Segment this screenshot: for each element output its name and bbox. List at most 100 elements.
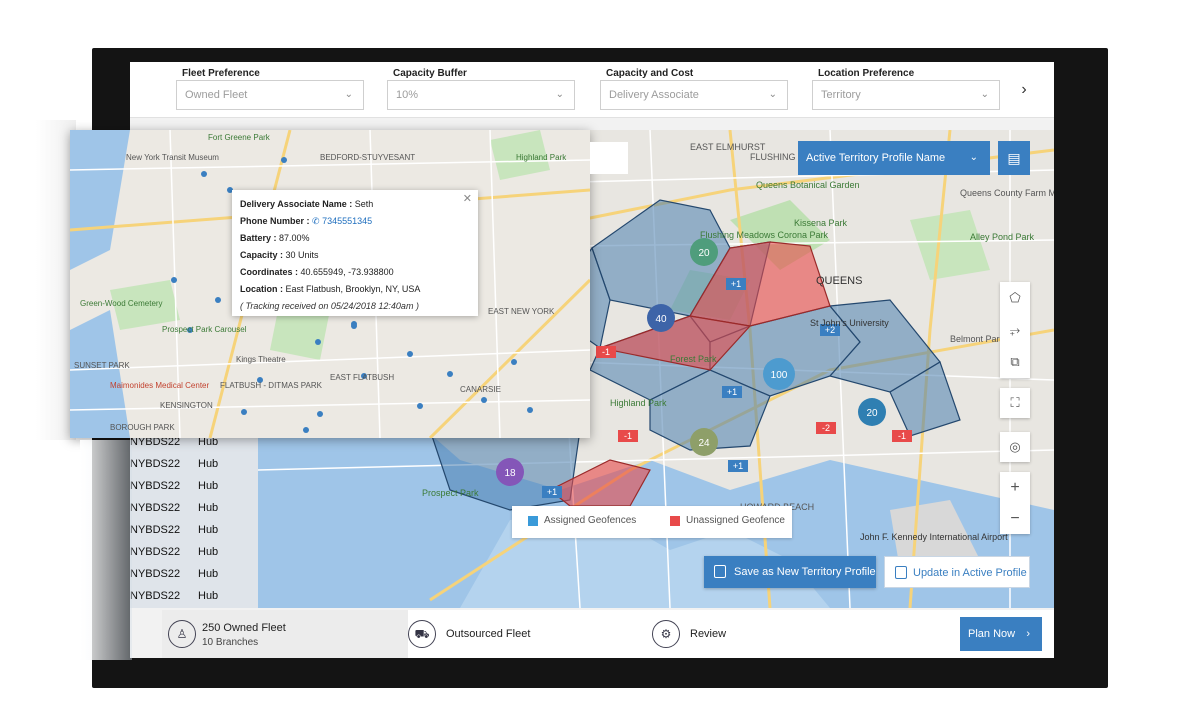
- polygon-tool-icon[interactable]: ⬠: [1000, 282, 1030, 314]
- list-item[interactable]: NYBDS22 Hub: [130, 476, 258, 498]
- popup-name-row: Delivery Associate Name : Seth: [240, 196, 470, 213]
- list-item[interactable]: NYBDS22 Hub: [130, 586, 258, 608]
- popup-location-row: Location : East Flatbush, Brooklyn, NY, …: [240, 281, 470, 298]
- phone-label: Phone Number :: [240, 216, 310, 226]
- badge-label: +1: [733, 461, 743, 471]
- assigned-legend-label: Assigned Geofences: [544, 515, 637, 526]
- hub-type: Hub: [198, 590, 219, 602]
- map-icon: ▤: [1007, 150, 1021, 166]
- plan-now-button[interactable]: Plan Now ›: [960, 617, 1042, 651]
- hub-type: Hub: [198, 546, 219, 558]
- hub-code: NYBDS22: [130, 524, 181, 536]
- split-tool-icon[interactable]: ⥅: [1000, 314, 1030, 346]
- hub-list: NYBDS22 Hub NYBDS22 Hub NYBDS22 Hub NYBD…: [130, 432, 258, 608]
- chevron-down-icon: ⌄: [768, 89, 777, 100]
- hub-type: Hub: [198, 568, 219, 580]
- fleet-preference-filter[interactable]: Fleet Preference Owned Fleet ⌄: [176, 68, 364, 110]
- capacity-value: 30 Units: [285, 250, 319, 260]
- badge-label: +1: [731, 279, 741, 289]
- step-owned-fleet[interactable]: ♙ 250 Owned Fleet 10 Branches: [162, 610, 408, 658]
- map-label: New York Transit Museum: [126, 153, 219, 162]
- filter-bar: Fleet Preference Owned Fleet ⌄ Capacity …: [130, 62, 1054, 118]
- geofence-legend: Assigned Geofences Unassigned Geofence: [512, 506, 792, 538]
- cluster-label: 40: [655, 314, 667, 325]
- park-area: [910, 210, 990, 280]
- cluster-label: 20: [866, 408, 878, 419]
- chevron-right-icon: ›: [1026, 628, 1030, 640]
- plan-now-label: Plan Now: [968, 628, 1016, 640]
- list-item[interactable]: NYBDS22 Hub: [130, 520, 258, 542]
- step-title: 250 Owned Fleet: [202, 622, 286, 634]
- phone-icon: ✆: [312, 216, 320, 226]
- chevron-right-icon[interactable]: ›: [1014, 80, 1034, 100]
- map-label: BEDFORD-STUYVESANT: [320, 153, 415, 162]
- map-view-button[interactable]: ▤: [998, 141, 1030, 175]
- name-value: Seth: [354, 199, 374, 209]
- capacity-cost-filter[interactable]: Capacity and Cost Delivery Associate ⌄: [600, 68, 788, 110]
- fleet-preference-select[interactable]: Owned Fleet ⌄: [176, 80, 364, 110]
- popup-coordinates-row: Coordinates : 40.655949, -73.938800: [240, 264, 470, 281]
- hub-code: NYBDS22: [130, 502, 181, 514]
- map-label: Maimonides Medical Center: [110, 381, 209, 390]
- battery-value: 87.00%: [279, 233, 310, 243]
- capacity-buffer-filter[interactable]: Capacity Buffer 10% ⌄: [387, 68, 575, 110]
- map-label: Green-Wood Cemetery: [80, 299, 163, 308]
- list-item[interactable]: NYBDS22 Hub: [130, 564, 258, 586]
- map-label: St John's University: [810, 318, 889, 328]
- step-bar: ♙ 250 Owned Fleet 10 Branches ⛟ Outsourc…: [162, 610, 1054, 658]
- list-item[interactable]: NYBDS22 Hub: [130, 498, 258, 520]
- zoom-in-icon[interactable]: +: [1000, 472, 1030, 503]
- map-label: Queens Botanical Garden: [756, 180, 860, 190]
- capacity-label: Capacity :: [240, 250, 284, 260]
- update-label: Update in Active Profile: [913, 567, 1027, 579]
- map-label: Belmont Park: [950, 334, 1005, 344]
- map-label: FLUSHING: [750, 152, 796, 162]
- truck-icon: ⛟: [408, 620, 436, 648]
- popup-capacity-row: Capacity : 30 Units: [240, 247, 470, 264]
- capacity-cost-value: Delivery Associate: [609, 89, 699, 101]
- step-title: Review: [690, 628, 727, 640]
- hub-code: NYBDS22: [130, 480, 181, 492]
- map-label: Highland Park: [516, 153, 567, 162]
- update-profile-button[interactable]: Update in Active Profile: [884, 556, 1030, 588]
- map-label: KENSINGTON: [160, 401, 213, 410]
- phone-link[interactable]: 7345551345: [322, 216, 372, 226]
- map-label: SUNSET PARK: [74, 361, 130, 370]
- location-preference-select[interactable]: Territory ⌄: [812, 80, 1000, 110]
- list-item[interactable]: NYBDS22 Hub: [130, 454, 258, 476]
- popup-battery-row: Battery : 87.00%: [240, 230, 470, 247]
- map-label: Flushing Meadows Corona Park: [700, 230, 829, 240]
- map-label: Alley Pond Park: [970, 232, 1035, 242]
- map-label: Kissena Park: [794, 218, 848, 228]
- save-icon: [895, 566, 907, 579]
- fullscreen-icon[interactable]: ⛶: [1000, 388, 1030, 418]
- map-label: QUEENS: [816, 275, 862, 287]
- location-preference-label: Location Preference: [818, 68, 915, 79]
- fleet-preference-label: Fleet Preference: [182, 68, 260, 79]
- map-chip: [590, 142, 628, 174]
- capacity-buffer-select[interactable]: 10% ⌄: [387, 80, 575, 110]
- capacity-cost-label: Capacity and Cost: [606, 68, 694, 79]
- chevron-down-icon: ⌄: [344, 89, 353, 100]
- close-icon[interactable]: ✕: [463, 192, 472, 205]
- hub-type: Hub: [198, 502, 219, 514]
- hub-type: Hub: [198, 458, 219, 470]
- map-label: Forest Park: [670, 354, 717, 364]
- backdrop-fade-bottom: [80, 440, 132, 660]
- cluster-label: 18: [504, 468, 516, 479]
- capacity-cost-select[interactable]: Delivery Associate ⌄: [600, 80, 788, 110]
- list-item[interactable]: NYBDS22 Hub: [130, 542, 258, 564]
- hub-code: NYBDS22: [130, 546, 181, 558]
- territory-profile-select[interactable]: Active Territory Profile Name ⌄: [798, 141, 990, 175]
- hub-type: Hub: [198, 524, 219, 536]
- locate-icon[interactable]: ◎: [1000, 432, 1030, 462]
- location-preference-filter[interactable]: Location Preference Territory ⌄: [812, 68, 1000, 110]
- zoom-out-icon[interactable]: −: [1000, 503, 1030, 534]
- map-label: EAST FLATBUSH: [330, 373, 394, 382]
- map-label: Fort Greene Park: [208, 133, 271, 142]
- save-new-profile-button[interactable]: Save as New Territory Profile: [704, 556, 876, 588]
- badge-label: -2: [822, 423, 830, 433]
- coordinates-label: Coordinates :: [240, 267, 299, 277]
- copy-tool-icon[interactable]: ⧉: [1000, 346, 1030, 378]
- territory-profile-label: Active Territory Profile Name: [806, 152, 946, 164]
